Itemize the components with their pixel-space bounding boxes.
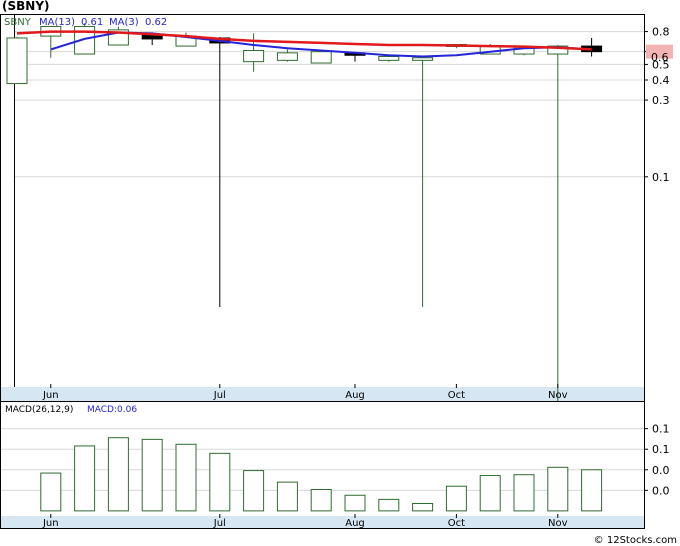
candle-body bbox=[412, 57, 434, 61]
month-label: Oct bbox=[448, 518, 465, 529]
macd-bar bbox=[175, 443, 197, 512]
macd-bar bbox=[209, 452, 231, 512]
macd-bar bbox=[479, 475, 501, 512]
legend-ma13-value: 0.61 bbox=[81, 17, 103, 28]
month-label: Jul bbox=[213, 390, 226, 401]
legend-ma3-label: MA(3) bbox=[109, 17, 139, 28]
month-label: Jul bbox=[213, 518, 226, 529]
macd-bar bbox=[344, 494, 366, 512]
macd-bar bbox=[310, 489, 332, 512]
price-y-tick-label: 0.1 bbox=[652, 171, 670, 184]
legend-ma13-label: MA(13) bbox=[39, 17, 75, 28]
macd-bar bbox=[378, 498, 400, 512]
macd-legend-value: MACD:0.06 bbox=[87, 405, 137, 415]
macd-y-tick-label: 0.0 bbox=[652, 464, 670, 477]
macd-bar bbox=[581, 469, 603, 512]
candle-body bbox=[243, 50, 265, 63]
candle-body bbox=[310, 51, 332, 64]
legend-ma3-value: 0.62 bbox=[145, 17, 167, 28]
macd-y-tick-label: 0.1 bbox=[652, 423, 670, 436]
month-label: Nov bbox=[548, 518, 568, 529]
month-label: Aug bbox=[345, 390, 365, 401]
month-label: Jun bbox=[42, 390, 59, 401]
macd-y-axis: 0.1 0.1 0.0 0.0 bbox=[644, 423, 670, 497]
macd-y-tick-label: 0.1 bbox=[652, 443, 670, 456]
macd-bar bbox=[243, 470, 265, 512]
stock-chart: 0.80.60.50.40.30.1 JunJulAugOctNov SBNY … bbox=[0, 14, 673, 529]
macd-bar bbox=[547, 466, 569, 512]
macd-bar bbox=[445, 485, 467, 512]
candle-body bbox=[6, 37, 28, 85]
credit-text: © 12Stocks.com bbox=[593, 535, 677, 546]
candle-body bbox=[276, 52, 298, 61]
month-label: Jun bbox=[42, 518, 59, 529]
candle-body bbox=[378, 55, 400, 61]
month-label: Aug bbox=[345, 518, 365, 529]
macd-bar bbox=[412, 502, 434, 512]
macd-bar bbox=[513, 474, 535, 512]
price-panel-frame bbox=[0, 14, 645, 402]
macd-bar bbox=[141, 438, 163, 512]
price-y-tick-label: 0.4 bbox=[652, 74, 670, 87]
macd-legend-label: MACD(26,12,9) bbox=[5, 405, 73, 415]
last-price-label: 0.6 bbox=[651, 51, 669, 64]
price-y-tick-label: 0.8 bbox=[652, 26, 670, 39]
macd-y-tick-label: 0.0 bbox=[652, 484, 670, 497]
macd-bar bbox=[40, 472, 62, 512]
macd-bar bbox=[107, 437, 129, 512]
macd-bar bbox=[276, 481, 298, 512]
macd-bar bbox=[74, 445, 96, 512]
price-y-tick-label: 0.3 bbox=[652, 94, 670, 107]
month-label: Nov bbox=[548, 390, 568, 401]
legend-ticker: SBNY bbox=[4, 17, 32, 28]
month-label: Oct bbox=[448, 390, 465, 401]
